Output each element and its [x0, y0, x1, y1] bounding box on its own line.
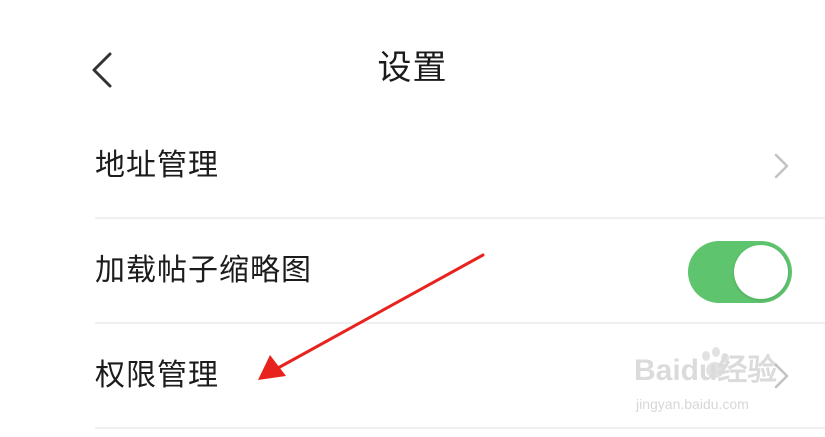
thumbnail-toggle[interactable] — [688, 241, 792, 303]
chevron-right-icon — [774, 363, 789, 389]
toggle-knob — [734, 245, 788, 299]
settings-item-permissions[interactable]: 权限管理 — [95, 324, 825, 428]
settings-item-label: 加载帖子缩略图 — [95, 253, 312, 288]
settings-item-thumbnail: 加载帖子缩略图 — [95, 219, 825, 323]
settings-item-label: 权限管理 — [95, 358, 219, 393]
chevron-right-icon — [774, 153, 789, 179]
settings-item-address[interactable]: 地址管理 — [95, 114, 825, 218]
header: 设置 — [0, 0, 825, 130]
page-title: 设置 — [377, 48, 448, 88]
settings-item-label: 地址管理 — [95, 148, 219, 183]
settings-screen: 设置 地址管理 加载帖子缩略图 权限管理 Baidu经验 jingyan.bai… — [0, 0, 825, 437]
divider — [95, 427, 825, 429]
